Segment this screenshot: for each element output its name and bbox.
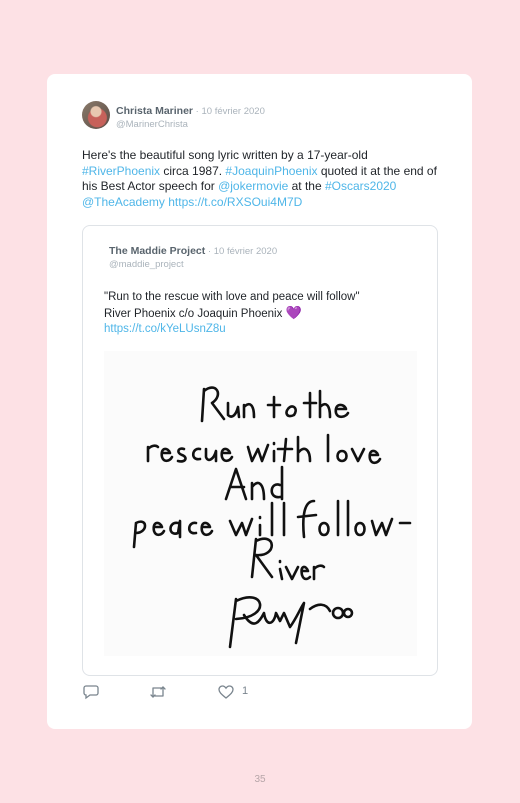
quoted-url-link[interactable]: https://t.co/kYeLUsnZ8u bbox=[104, 322, 424, 337]
like-icon[interactable] bbox=[218, 684, 234, 705]
quoted-author-name[interactable]: The Maddie Project bbox=[109, 245, 205, 257]
text-part: Here's the beautiful song lyric written … bbox=[82, 148, 368, 162]
hashtag-link[interactable]: #JoaquinPhoenix bbox=[225, 164, 317, 178]
quoted-tweet[interactable]: The Maddie Project · 10 février 2020 @ma… bbox=[82, 225, 438, 676]
mention-link[interactable]: @jokermovie bbox=[218, 179, 288, 193]
quoted-line-1: "Run to the rescue with love and peace w… bbox=[104, 291, 360, 303]
url-link[interactable]: https://t.co/RXSOui4M7D bbox=[168, 195, 302, 209]
quoted-header: The Maddie Project · 10 février 2020 @ma… bbox=[109, 243, 277, 271]
tweet-date[interactable]: 10 février 2020 bbox=[201, 106, 264, 117]
hashtag-link[interactable]: #Oscars2020 bbox=[325, 179, 396, 193]
text-part: circa 1987. bbox=[160, 163, 226, 178]
quoted-line-2: River Phoenix c/o Joaquin Phoenix bbox=[104, 308, 286, 320]
author-handle[interactable]: @MarinerChrista bbox=[116, 118, 265, 131]
reply-icon[interactable] bbox=[83, 684, 99, 705]
quoted-handle[interactable]: @maddie_project bbox=[109, 258, 277, 271]
page-number: 35 bbox=[254, 774, 266, 785]
purple-heart-icon: 💜 bbox=[285, 305, 302, 320]
handwriting-drawing bbox=[132, 386, 412, 649]
tweet-header: Christa Mariner · 10 février 2020 @Marin… bbox=[116, 103, 265, 131]
hashtag-link[interactable]: #RiverPhoenix bbox=[82, 164, 160, 178]
quoted-date[interactable]: 10 février 2020 bbox=[214, 246, 277, 257]
quoted-text: "Run to the rescue with love and peace w… bbox=[104, 290, 424, 337]
text-part: at the bbox=[288, 179, 325, 193]
tweet-card: Christa Mariner · 10 février 2020 @Marin… bbox=[47, 74, 472, 729]
tweet-text: Here's the beautiful song lyric written … bbox=[82, 148, 447, 210]
avatar[interactable] bbox=[82, 101, 110, 129]
handwritten-note-image[interactable] bbox=[104, 351, 417, 656]
mention-link[interactable]: @TheAcademy bbox=[82, 195, 165, 209]
header-separator: · bbox=[205, 246, 214, 257]
like-count: 1 bbox=[242, 685, 249, 697]
retweet-icon[interactable] bbox=[149, 684, 167, 705]
author-name[interactable]: Christa Mariner bbox=[116, 105, 193, 117]
